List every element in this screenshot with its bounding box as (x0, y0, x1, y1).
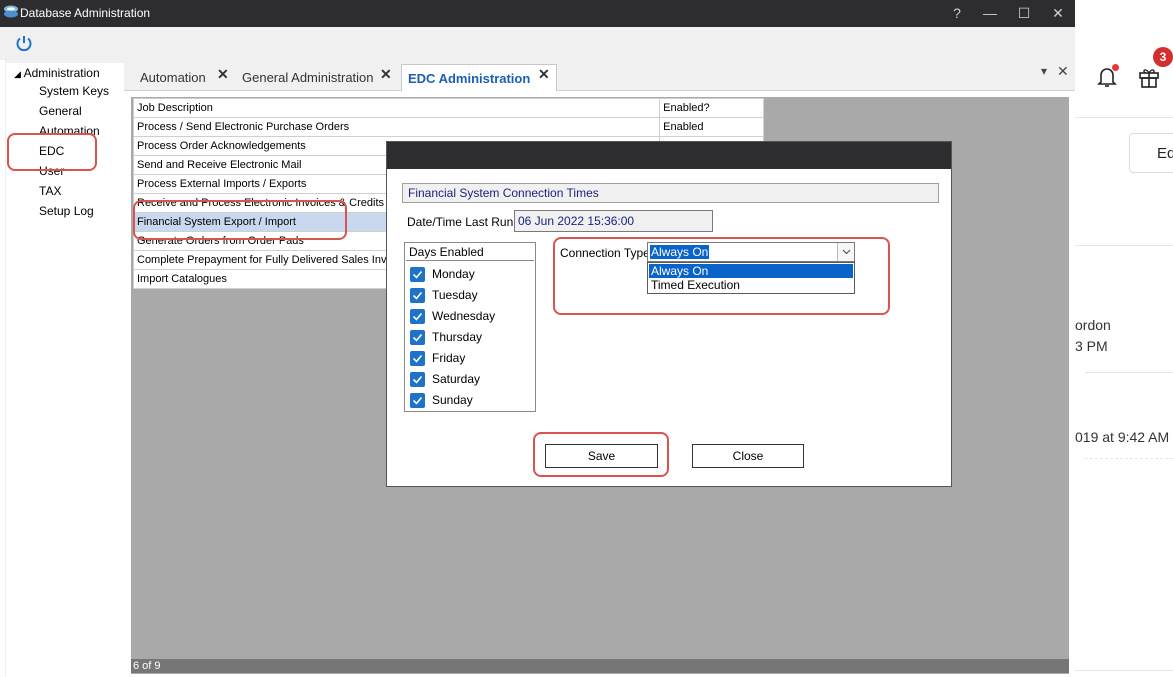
checkbox-checked-icon[interactable] (410, 309, 425, 324)
gift-icon[interactable] (1138, 66, 1160, 88)
background-app: 3 Ed ordon 3 PM 019 at 9:42 AM (1075, 0, 1173, 677)
days-enabled-group: Days Enabled Monday Tuesday Wednesday Th… (404, 242, 536, 412)
days-enabled-title: Days Enabled (409, 245, 484, 259)
day-label: Thursday (432, 330, 483, 344)
cell-enabled[interactable]: Enabled (659, 117, 764, 137)
database-app-icon (4, 5, 18, 18)
checkbox-checked-icon[interactable] (410, 330, 425, 345)
tab-edc-administration[interactable]: EDC Administration (401, 64, 557, 91)
day-label: Monday (432, 267, 475, 281)
tab-strip: Automation ✕ General Administration ✕ ED… (124, 60, 1075, 91)
comment-date: 019 at 9:42 AM (1075, 429, 1170, 445)
tab-automation[interactable]: Automation (140, 64, 206, 91)
last-run-label: Date/Time Last Run (407, 215, 514, 229)
annotation-financial-export (133, 200, 347, 240)
divider (1085, 372, 1173, 373)
dialog-header: Financial System Connection Times (402, 183, 939, 203)
close-tab-icon[interactable]: ✕ (380, 66, 392, 83)
table-row[interactable]: Process / Send Electronic Purchase Order… (132, 117, 764, 137)
column-header-enabled[interactable]: Enabled? (659, 98, 764, 118)
dialog-title-bar[interactable] (387, 142, 951, 169)
comment-author: ordon (1075, 317, 1111, 333)
left-edge (0, 60, 5, 677)
comment-time: 3 PM (1075, 338, 1108, 354)
annotation-connection-type (553, 237, 890, 315)
divider (1075, 670, 1173, 671)
tab-menu-icon[interactable]: ▾ (1041, 64, 1047, 78)
day-label: Wednesday (432, 309, 496, 323)
tree-item-setup-log[interactable]: Setup Log (39, 204, 94, 218)
day-label: Saturday (432, 372, 481, 386)
notification-badge: 3 (1153, 47, 1173, 67)
help-button[interactable]: ? (942, 3, 972, 23)
maximize-button[interactable]: ☐ (1009, 3, 1039, 23)
annotation-save (533, 432, 669, 477)
window-title: Database Administration (20, 6, 151, 20)
expand-icon[interactable]: ◢ (14, 69, 21, 79)
close-tab-icon[interactable]: ✕ (217, 66, 229, 83)
checkbox-checked-icon[interactable] (410, 393, 425, 408)
record-counter: 6 of 9 (131, 659, 1069, 673)
tree-root-administration[interactable]: ◢ Administration (14, 66, 100, 80)
minimize-button[interactable]: — (975, 3, 1005, 23)
checkbox-checked-icon[interactable] (410, 267, 425, 282)
close-window-button[interactable]: ✕ (1043, 3, 1073, 23)
tree-item-tax[interactable]: TAX (39, 184, 61, 198)
horizontal-scrollbar[interactable] (131, 673, 1069, 677)
power-icon[interactable] (15, 34, 33, 52)
annotation-edc (7, 133, 97, 171)
grid-header-row: Job Description Enabled? (132, 98, 764, 118)
checkbox-checked-icon[interactable] (410, 372, 425, 387)
checkbox-checked-icon[interactable] (410, 288, 425, 303)
cell-job[interactable]: Process / Send Electronic Purchase Order… (132, 117, 661, 137)
toolbar (0, 27, 1075, 59)
day-label: Sunday (432, 393, 473, 407)
column-header-job-description[interactable]: Job Description (132, 98, 661, 118)
title-bar: Database Administration ? — ☐ ✕ (0, 0, 1075, 27)
scrollbar[interactable] (1069, 97, 1075, 677)
divider (406, 260, 534, 261)
tree-item-general[interactable]: General (39, 104, 82, 118)
close-tab-icon[interactable]: ✕ (538, 66, 550, 83)
close-all-tabs-icon[interactable]: ✕ (1057, 63, 1069, 80)
divider (1085, 458, 1173, 459)
last-run-field: 06 Jun 2022 15:36:00 (514, 210, 713, 232)
tree-item-system-keys[interactable]: System Keys (39, 84, 109, 98)
database-admin-window: Database Administration ? — ☐ ✕ ◢ Admini… (0, 0, 1075, 677)
notification-dot (1112, 64, 1119, 71)
tab-general-administration[interactable]: General Administration (242, 64, 374, 91)
day-label: Friday (432, 351, 466, 365)
checkbox-checked-icon[interactable] (410, 351, 425, 366)
edit-button[interactable]: Ed (1129, 133, 1173, 173)
divider (1075, 245, 1173, 246)
close-button[interactable]: Close (692, 444, 804, 468)
day-label: Tuesday (432, 288, 478, 302)
